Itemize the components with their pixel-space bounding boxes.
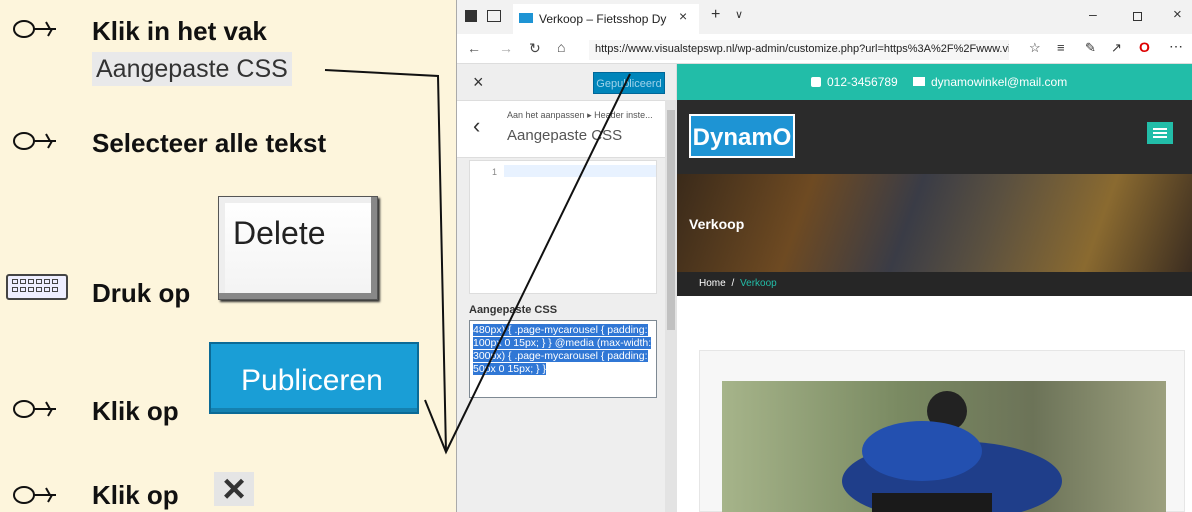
crumb-home[interactable]: Home bbox=[699, 278, 726, 289]
screenshot: Klik in het vak Aangepaste CSS Selecteer… bbox=[0, 0, 1192, 512]
star-icon[interactable]: ☆ bbox=[1029, 40, 1041, 56]
site-preview: 012-3456789 dynamowinkel@mail.com DynamO… bbox=[677, 64, 1192, 512]
publish-button-image-label: Publiceren bbox=[241, 364, 383, 397]
close-icon[interactable]: × bbox=[473, 72, 484, 93]
browser-window: Verkoop – Fietsshop Dy × + ∨ – × ← → ↻ ⌂… bbox=[456, 0, 1192, 512]
tab-preview-icon[interactable] bbox=[487, 10, 501, 22]
site-breadcrumb: Home / Verkoop bbox=[677, 272, 1192, 296]
step1-text: Klik in het vak bbox=[92, 16, 267, 46]
css-code-editor[interactable]: 1 bbox=[469, 160, 657, 294]
back-chevron-icon[interactable]: ‹ bbox=[473, 113, 480, 139]
publish-button-image: Publiceren bbox=[209, 342, 419, 414]
scrollbar-thumb[interactable] bbox=[667, 110, 675, 330]
hamburger-menu-icon[interactable] bbox=[1147, 122, 1173, 144]
chevron-down-icon[interactable]: ∨ bbox=[735, 8, 743, 21]
forward-icon[interactable]: → bbox=[499, 40, 513, 56]
step5-text: Klik op bbox=[92, 480, 179, 510]
pointing-hand-icon bbox=[13, 20, 56, 38]
section-header: ‹ Aan het aanpassen ▸ Header inste... Aa… bbox=[457, 100, 677, 158]
close-icon-image: × bbox=[214, 469, 254, 509]
favicon-icon bbox=[519, 13, 533, 23]
maximize-icon[interactable] bbox=[1133, 12, 1142, 21]
phone-number: 012-3456789 bbox=[827, 75, 898, 89]
hero-banner: Verkoop bbox=[677, 174, 1192, 272]
home-icon[interactable]: ⌂ bbox=[557, 39, 565, 55]
crumb-current: Verkoop bbox=[740, 278, 777, 289]
instruction-panel: Klik in het vak Aangepaste CSS Selecteer… bbox=[0, 0, 456, 512]
share-icon[interactable]: ↗ bbox=[1111, 40, 1122, 56]
step3-text: Druk op bbox=[92, 278, 191, 308]
close-tab-icon[interactable]: × bbox=[679, 8, 687, 24]
url-field[interactable]: https://www.visualstepswp.nl/wp-admin/cu… bbox=[589, 40, 1009, 60]
pointing-hand-icon bbox=[13, 400, 56, 418]
breadcrumb: Aan het aanpassen ▸ Header inste... bbox=[507, 110, 653, 120]
email-address: dynamowinkel@mail.com bbox=[931, 75, 1068, 89]
delete-key-image: Delete bbox=[218, 196, 378, 300]
step2-text: Selecteer alle tekst bbox=[92, 128, 327, 158]
opera-icon[interactable]: O bbox=[1139, 39, 1150, 55]
mail-icon bbox=[913, 77, 925, 86]
pointing-hand-icon bbox=[13, 486, 56, 504]
new-tab-icon[interactable]: + bbox=[711, 6, 720, 24]
tab-aside-icon[interactable] bbox=[465, 10, 477, 22]
active-line bbox=[504, 165, 656, 177]
css-textarea[interactable]: 480px) { .page-mycarousel { padding: 100… bbox=[469, 320, 657, 398]
pen-icon[interactable]: ✎ bbox=[1085, 40, 1096, 56]
address-bar-row: ← → ↻ ⌂ https://www.visualstepswp.nl/wp-… bbox=[457, 34, 1192, 64]
line-number: 1 bbox=[492, 167, 498, 177]
section-title: Aangepaste CSS bbox=[507, 127, 623, 144]
css-field-label-sample: Aangepaste CSS bbox=[92, 52, 292, 86]
phone-icon bbox=[811, 77, 821, 87]
css-field-label: Aangepaste CSS bbox=[469, 304, 558, 316]
sidebar-scrollbar[interactable] bbox=[665, 100, 677, 512]
refresh-icon[interactable]: ↻ bbox=[529, 40, 541, 57]
tab-title: Verkoop – Fietsshop Dy bbox=[539, 12, 667, 26]
minimize-icon[interactable]: – bbox=[1089, 6, 1097, 22]
contact-bar: 012-3456789 dynamowinkel@mail.com bbox=[677, 64, 1192, 100]
cyclist-illustration bbox=[842, 391, 1062, 512]
content-card bbox=[699, 350, 1185, 512]
pointing-hand-icon bbox=[13, 132, 56, 150]
step4-text: Klik op bbox=[92, 396, 179, 426]
publish-button[interactable]: Gepubliceerd bbox=[593, 72, 665, 94]
cyclist-photo bbox=[722, 381, 1166, 512]
keyboard-icon bbox=[6, 274, 68, 300]
browser-tab[interactable]: Verkoop – Fietsshop Dy bbox=[513, 4, 699, 34]
crumb-separator: / bbox=[731, 278, 735, 289]
css-text-selected: 480px) { .page-mycarousel { padding: 100… bbox=[473, 324, 652, 375]
close-window-icon[interactable]: × bbox=[1173, 6, 1182, 23]
site-header: DynamO bbox=[677, 100, 1192, 174]
customizer-sidebar: × Gepubliceerd ‹ Aan het aanpassen ▸ Hea… bbox=[457, 64, 677, 512]
tab-bar: Verkoop – Fietsshop Dy × + ∨ – × bbox=[457, 0, 1192, 34]
favorites-icon[interactable]: ≡ bbox=[1057, 40, 1065, 55]
hero-title: Verkoop bbox=[689, 216, 745, 232]
back-icon[interactable]: ← bbox=[467, 40, 481, 56]
site-logo[interactable]: DynamO bbox=[689, 114, 795, 158]
delete-key-label: Delete bbox=[233, 215, 326, 251]
more-icon[interactable]: ⋯ bbox=[1169, 38, 1183, 55]
url-text: https://www.visualstepswp.nl/wp-admin/cu… bbox=[595, 43, 1009, 55]
